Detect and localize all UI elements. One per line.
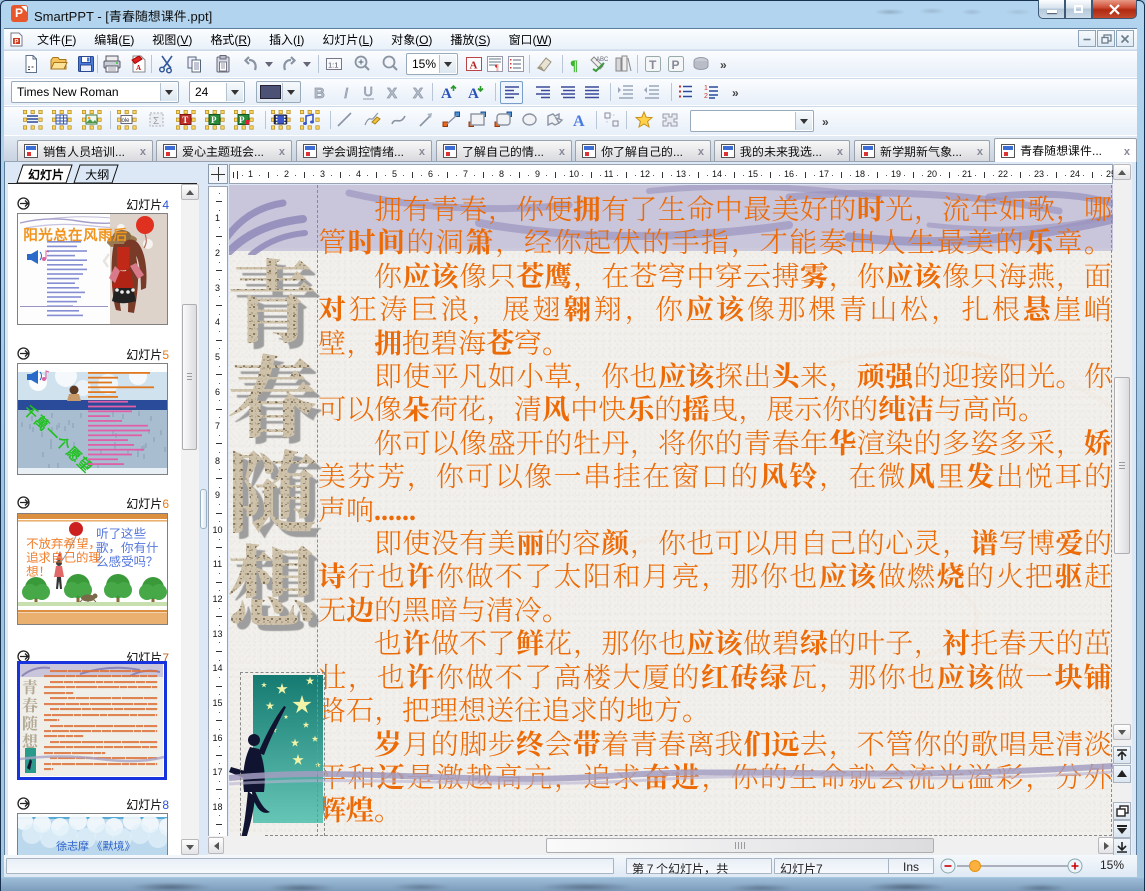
svg-text:A: A: [468, 86, 479, 102]
svg-text:X: X: [387, 85, 397, 102]
svg-text:¶: ¶: [570, 58, 578, 74]
svg-text:B: B: [314, 85, 325, 102]
svg-text:想！: 想！: [26, 561, 51, 580]
svg-text:A: A: [470, 60, 478, 72]
svg-text:T: T: [649, 58, 657, 72]
svg-text:2: 2: [704, 93, 708, 100]
svg-text:徐志摩 《默境》: 徐志摩 《默境》: [56, 838, 135, 854]
svg-text:T: T: [182, 115, 188, 125]
svg-text:I: I: [344, 85, 348, 102]
svg-text:Σ: Σ: [153, 116, 159, 127]
svg-text:X: X: [413, 85, 423, 102]
svg-text:¶: ¶: [495, 63, 499, 72]
svg-text:ole: ole: [122, 118, 131, 124]
svg-text:1: 1: [704, 85, 708, 92]
svg-text:P: P: [672, 58, 680, 72]
svg-text:P: P: [211, 115, 217, 125]
svg-text:A: A: [136, 64, 141, 72]
svg-text:ABC: ABC: [596, 57, 608, 63]
svg-text:P: P: [239, 115, 245, 125]
svg-text:P: P: [14, 36, 18, 45]
svg-text:A: A: [441, 86, 452, 102]
svg-text:1:1: 1:1: [328, 61, 338, 70]
svg-text:U: U: [364, 84, 373, 99]
svg-text:么感受吗？: 么感受吗？: [96, 551, 159, 570]
svg-text:A: A: [573, 113, 585, 130]
